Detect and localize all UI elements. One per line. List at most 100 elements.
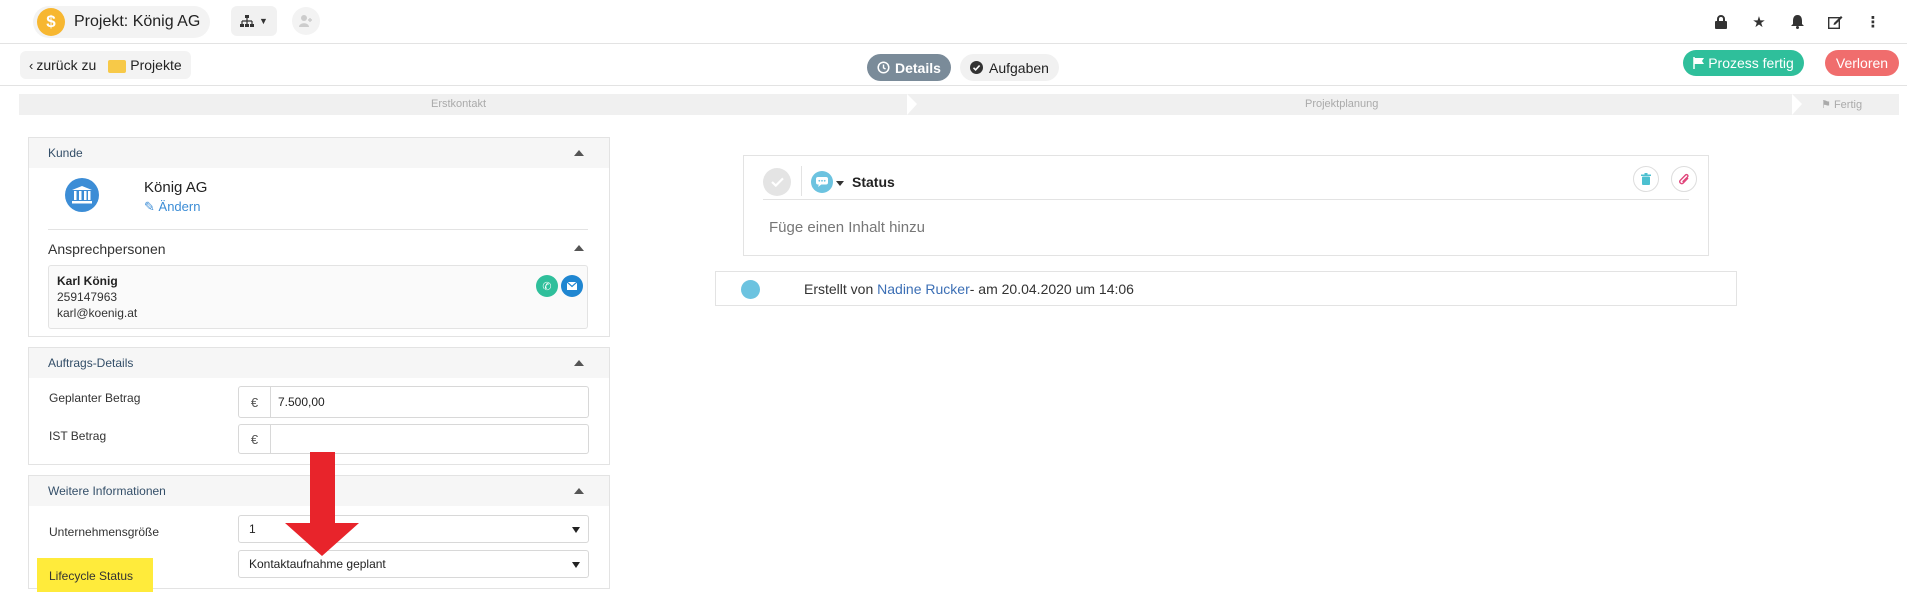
projects-label: Projekte	[130, 57, 182, 73]
stage-progress-bar: Erstkontakt Projektplanung ⚑ Fertig	[19, 94, 1899, 115]
divider	[801, 166, 802, 196]
collapse-icon	[574, 360, 584, 366]
dollar-icon: $	[37, 8, 65, 36]
actual-amount-value	[271, 425, 278, 453]
activity-text: Erstellt von Nadine Rucker- am 20.04.202…	[804, 281, 1134, 297]
edit-button[interactable]	[1819, 6, 1851, 38]
customer-panel: Kunde König AG ✎ Ändern Ansprechpersonen…	[28, 137, 610, 337]
paperclip-icon	[1678, 173, 1689, 184]
contact-card: Karl König 259147963 karl@koenig.at ✆	[48, 265, 588, 329]
email-button[interactable]	[561, 275, 583, 297]
stage-separator	[907, 94, 917, 115]
project-chip[interactable]: $ Projekt: König AG	[33, 6, 211, 38]
contact-name[interactable]: Karl König	[57, 274, 118, 288]
process-finished-button[interactable]: Prozess fertig	[1683, 50, 1804, 76]
lifecycle-status-label: Lifecycle Status	[49, 569, 134, 583]
order-details-panel: Auftrags-Details Geplanter Betrag € 7.50…	[28, 347, 610, 465]
history-icon	[877, 61, 890, 74]
edit-icon	[1827, 16, 1842, 29]
content-input[interactable]: Füge einen Inhalt hinzu	[769, 219, 925, 236]
chevron-down-icon[interactable]	[836, 181, 844, 186]
customer-name[interactable]: König AG	[144, 179, 207, 196]
order-details-title: Auftrags-Details	[48, 356, 134, 370]
chevron-down-icon: ▼	[259, 16, 268, 26]
lock-button[interactable]	[1705, 6, 1737, 38]
stage-fertig[interactable]: ⚑ Fertig	[1821, 98, 1862, 111]
building-columns-icon	[72, 186, 92, 204]
bell-icon	[1790, 15, 1804, 29]
top-icon-group: ★ ⋮	[1705, 6, 1889, 38]
dropdown-arrow-icon	[572, 527, 580, 533]
activity-author-link[interactable]: Nadine Rucker	[877, 281, 970, 297]
sub-bar: ‹ zurück zu Projekte Details Aufgaben Pr…	[0, 44, 1907, 86]
mark-done-button[interactable]	[763, 168, 791, 196]
lifecycle-status-value: Kontaktaufnahme geplant	[249, 557, 386, 571]
tab-aufgaben[interactable]: Aufgaben	[960, 54, 1059, 81]
comment-type-button[interactable]	[811, 171, 833, 193]
comment-icon	[741, 280, 760, 299]
call-button[interactable]: ✆	[536, 275, 558, 297]
collapse-contacts-icon[interactable]	[574, 245, 584, 251]
trash-icon	[1641, 173, 1651, 185]
tab-details[interactable]: Details	[867, 54, 951, 81]
change-customer-link[interactable]: ✎ Ändern	[144, 199, 200, 215]
company-size-label: Unternehmensgröße	[49, 525, 160, 539]
flag-icon	[1693, 57, 1705, 69]
tab-details-label: Details	[895, 59, 941, 76]
collapse-icon	[574, 150, 584, 156]
activity-prefix: Erstellt von	[804, 281, 874, 297]
check-icon	[770, 177, 784, 187]
divider	[763, 199, 1689, 200]
contact-email: karl@koenig.at	[57, 306, 138, 320]
notifications-button[interactable]	[1781, 6, 1813, 38]
planned-amount-field[interactable]: € 7.500,00	[238, 386, 589, 418]
lock-icon	[1715, 15, 1727, 29]
collapse-icon	[574, 488, 584, 494]
delete-button[interactable]	[1633, 166, 1659, 192]
euro-addon: €	[239, 425, 271, 453]
process-finished-label: Prozess fertig	[1708, 55, 1794, 71]
ellipsis-vertical-icon: ⋮	[1865, 14, 1881, 31]
lost-label: Verloren	[1835, 55, 1889, 71]
star-icon: ★	[1752, 14, 1766, 31]
stage-separator	[1792, 94, 1802, 115]
phone-icon: ✆	[542, 280, 552, 293]
folder-icon	[108, 59, 127, 73]
customer-panel-header[interactable]: Kunde	[29, 138, 609, 168]
edit-icon: ✎	[144, 199, 155, 214]
more-info-title: Weitere Informationen	[48, 484, 166, 498]
hierarchy-dropdown-button[interactable]: ▼	[231, 6, 277, 36]
chevron-left-icon: ‹	[29, 57, 34, 73]
change-customer-label: Ändern	[158, 199, 201, 214]
back-label: zurück zu	[36, 57, 97, 73]
top-bar: $ Projekt: König AG ▼ ★ ⋮	[0, 0, 1907, 44]
tab-aufgaben-label: Aufgaben	[989, 59, 1049, 76]
company-size-value: 1	[249, 522, 256, 536]
flag-icon: ⚑	[1821, 99, 1831, 111]
order-details-header[interactable]: Auftrags-Details	[29, 348, 609, 378]
back-to-projects-button[interactable]: ‹ zurück zu Projekte	[20, 51, 191, 79]
stage-erstkontakt[interactable]: Erstkontakt	[431, 98, 486, 110]
more-options-button[interactable]: ⋮	[1857, 6, 1889, 38]
attach-button[interactable]	[1671, 166, 1697, 192]
add-user-button[interactable]	[292, 7, 320, 35]
lost-button[interactable]: Verloren	[1825, 50, 1899, 76]
check-circle-icon	[970, 61, 983, 74]
project-title: Projekt: König AG	[74, 13, 201, 30]
actual-amount-field[interactable]: €	[238, 424, 589, 454]
star-button[interactable]: ★	[1743, 6, 1775, 38]
company-icon	[65, 178, 99, 212]
activity-date: - am 20.04.2020 um 14:06	[969, 281, 1134, 297]
stage-projektplanung[interactable]: Projektplanung	[1305, 98, 1378, 110]
sitemap-icon	[240, 15, 255, 27]
annotation-arrow-icon	[285, 452, 359, 556]
status-title: Status	[852, 174, 895, 190]
stage-fertig-label: Fertig	[1833, 99, 1863, 111]
euro-addon: €	[239, 387, 271, 417]
contacts-heading: Ansprechpersonen	[48, 241, 166, 257]
envelope-icon	[567, 282, 577, 290]
planned-amount-label: Geplanter Betrag	[49, 391, 141, 405]
user-plus-icon	[299, 15, 312, 27]
divider	[48, 229, 588, 230]
dropdown-arrow-icon	[572, 562, 580, 568]
